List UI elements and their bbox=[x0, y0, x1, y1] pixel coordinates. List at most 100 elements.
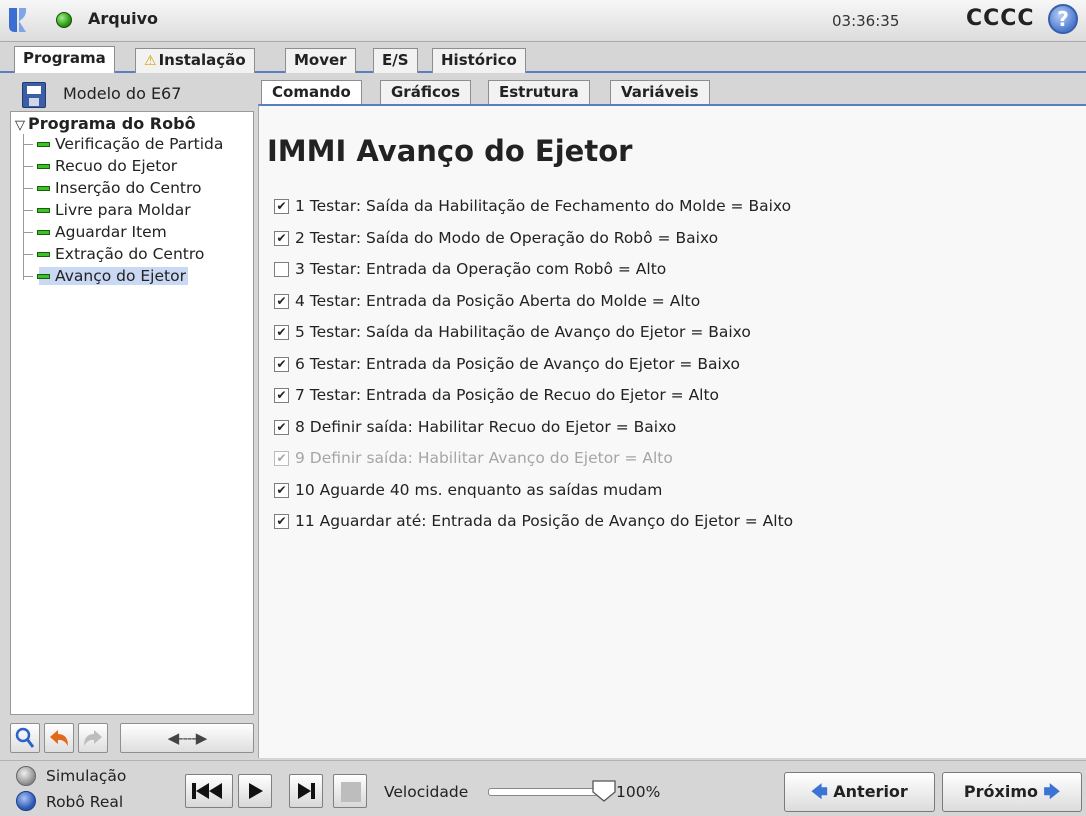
program-name: Modelo do E67 bbox=[63, 84, 182, 103]
command-row[interactable]: ✔ 8 Definir saída: Habilitar Recuo do Eje… bbox=[271, 415, 1071, 447]
expand-triangle-icon[interactable]: ▽ bbox=[15, 118, 25, 133]
tab-graficos[interactable]: Gráficos bbox=[380, 80, 472, 104]
undo-icon[interactable] bbox=[44, 723, 74, 753]
robot-status-icon bbox=[56, 12, 72, 28]
command-checkbox[interactable]: ✔ bbox=[274, 388, 289, 403]
program-node-icon bbox=[37, 252, 50, 257]
arrow-left-icon: 🡄 bbox=[811, 782, 828, 801]
tree-item[interactable]: Recuo do Ejetor bbox=[23, 156, 179, 177]
tree-item[interactable]: Aguardar Item bbox=[23, 222, 169, 243]
command-row[interactable]: ✔ 6 Testar: Entrada da Posição de Avanço … bbox=[271, 352, 1071, 384]
real-robot-radio[interactable] bbox=[16, 791, 36, 811]
tab-mover[interactable]: Mover bbox=[285, 48, 356, 73]
simulation-radio[interactable] bbox=[16, 766, 36, 786]
rewind-button[interactable] bbox=[185, 774, 233, 808]
program-header: Modelo do E67 bbox=[8, 80, 254, 110]
help-icon[interactable]: ? bbox=[1048, 4, 1078, 34]
tree-item[interactable]: Extração do Centro bbox=[23, 244, 206, 265]
play-button[interactable] bbox=[238, 774, 272, 808]
tree-item-label: Verificação de Partida bbox=[55, 135, 224, 153]
command-checkbox[interactable] bbox=[274, 262, 289, 277]
command-text: 11 Aguardar até: Entrada da Posição de A… bbox=[295, 512, 794, 530]
next-button[interactable]: Próximo 🡆 bbox=[942, 772, 1082, 812]
command-row[interactable]: ✔ 4 Testar: Entrada da Posição Aberta do … bbox=[271, 289, 1071, 321]
command-checkbox[interactable]: ✔ bbox=[274, 482, 289, 498]
tab-instalacao[interactable]: ⚠ Instalação bbox=[135, 48, 255, 73]
save-icon[interactable] bbox=[22, 82, 46, 108]
tab-variaveis[interactable]: Variáveis bbox=[610, 80, 710, 104]
tab-historico[interactable]: Histórico bbox=[432, 48, 526, 73]
command-row[interactable]: 3 Testar: Entrada da Operação com Robô =… bbox=[271, 257, 1071, 289]
command-checkbox[interactable]: ✔ bbox=[274, 293, 289, 309]
tree-item-label: Livre para Moldar bbox=[55, 201, 191, 219]
simulation-label[interactable]: Simulação bbox=[46, 767, 126, 785]
tree-connector bbox=[23, 166, 33, 167]
file-menu[interactable]: Arquivo bbox=[88, 9, 158, 28]
stop-button[interactable] bbox=[333, 774, 367, 808]
command-checkbox[interactable]: ✔ bbox=[274, 199, 289, 214]
rewind-icon bbox=[192, 783, 222, 799]
program-node-icon bbox=[37, 142, 50, 147]
command-row[interactable]: ✔ 2 Testar: Saída do Modo de Operação do … bbox=[271, 226, 1071, 258]
move-node-button[interactable]: ◀----▶ bbox=[120, 723, 254, 753]
speed-slider-handle[interactable] bbox=[592, 780, 616, 802]
tab-label: Programa bbox=[23, 49, 106, 67]
command-row[interactable]: ✔ 7 Testar: Entrada da Posição de Recuo d… bbox=[271, 383, 1071, 415]
tab-es[interactable]: E/S bbox=[373, 48, 418, 73]
tree-item-label: Aguardar Item bbox=[55, 223, 167, 241]
command-row[interactable]: ✔ 11 Aguardar até: Entrada da Posição de … bbox=[271, 509, 1071, 541]
main-tab-bar: Programa ⚠ Instalação Mover E/S Histórico bbox=[0, 44, 1086, 73]
tab-label: Variáveis bbox=[621, 83, 699, 101]
tab-estrutura[interactable]: Estrutura bbox=[488, 80, 590, 104]
search-icon[interactable] bbox=[10, 723, 40, 753]
speed-slider-track[interactable] bbox=[488, 788, 598, 796]
tree-item[interactable]: Livre para Moldar bbox=[23, 200, 193, 221]
command-checkbox[interactable]: ✔ bbox=[274, 514, 289, 529]
tab-comando[interactable]: Comando bbox=[261, 80, 362, 104]
tree-connector bbox=[23, 232, 33, 233]
previous-button[interactable]: 🡄 Anterior bbox=[784, 772, 935, 812]
tree-connector bbox=[23, 188, 33, 189]
tree-toolbar: ◀----▶ bbox=[10, 719, 254, 755]
tree-root[interactable]: ▽ Programa do Robô bbox=[15, 114, 196, 133]
command-row[interactable]: ✔ 10 Aguarde 40 ms. enquanto as saídas mu… bbox=[271, 478, 1071, 510]
command-row[interactable]: ✔ 1 Testar: Saída da Habilitação de Fecha… bbox=[271, 194, 1071, 226]
program-node-icon bbox=[37, 164, 50, 169]
command-checkbox[interactable]: ✔ bbox=[274, 325, 289, 340]
tab-label: Estrutura bbox=[499, 83, 579, 101]
previous-label: Anterior bbox=[833, 782, 908, 801]
command-row[interactable]: ✔ 9 Definir saída: Habilitar Avanço do Ej… bbox=[271, 446, 1071, 478]
tree-item-label: Recuo do Ejetor bbox=[55, 157, 178, 175]
next-label: Próximo bbox=[963, 782, 1038, 801]
tab-label: Histórico bbox=[441, 51, 517, 69]
real-robot-label[interactable]: Robô Real bbox=[46, 793, 123, 811]
command-checkbox[interactable]: ✔ bbox=[274, 451, 289, 466]
tree-item[interactable]: Verificação de Partida bbox=[23, 134, 225, 155]
tab-label: Mover bbox=[294, 51, 347, 69]
command-checkbox[interactable]: ✔ bbox=[274, 419, 289, 435]
tree-item[interactable]: Avanço do Ejetor bbox=[23, 266, 188, 287]
command-text: 5 Testar: Saída da Habilitação de Avanço… bbox=[295, 323, 751, 341]
speed-label: Velocidade bbox=[384, 783, 469, 801]
command-row[interactable]: ✔ 5 Testar: Saída da Habilitação de Avanç… bbox=[271, 320, 1071, 352]
command-checkbox[interactable]: ✔ bbox=[274, 356, 289, 372]
command-text: 9 Definir saída: Habilitar Avanço do Eje… bbox=[295, 449, 673, 467]
tree-item-label: Inserção do Centro bbox=[55, 179, 202, 197]
redo-icon[interactable] bbox=[78, 723, 108, 753]
tab-programa[interactable]: Programa bbox=[14, 46, 115, 73]
tree-root-label: Programa do Robô bbox=[28, 114, 196, 133]
title-bar: Arquivo 03:36:35 CCCC ? bbox=[0, 0, 1086, 42]
tree-item[interactable]: Inserção do Centro bbox=[23, 178, 204, 199]
ur-logo-icon bbox=[9, 8, 27, 32]
page-title: IMMI Avanço do Ejetor bbox=[267, 134, 633, 168]
command-text: 3 Testar: Entrada da Operação com Robô =… bbox=[295, 260, 667, 278]
arrow-right-icon: 🡆 bbox=[1043, 782, 1061, 801]
tab-label: Comando bbox=[272, 83, 351, 101]
command-text: 2 Testar: Saída do Modo de Operação do R… bbox=[295, 228, 719, 247]
command-panel: IMMI Avanço do Ejetor ✔ 1 Testar: Saída d… bbox=[258, 104, 1086, 758]
step-icon bbox=[298, 783, 315, 799]
command-checkbox[interactable]: ✔ bbox=[274, 230, 289, 246]
program-node-icon bbox=[37, 208, 50, 213]
command-list: ✔ 1 Testar: Saída da Habilitação de Fecha… bbox=[271, 194, 1071, 541]
step-button[interactable] bbox=[289, 774, 323, 808]
